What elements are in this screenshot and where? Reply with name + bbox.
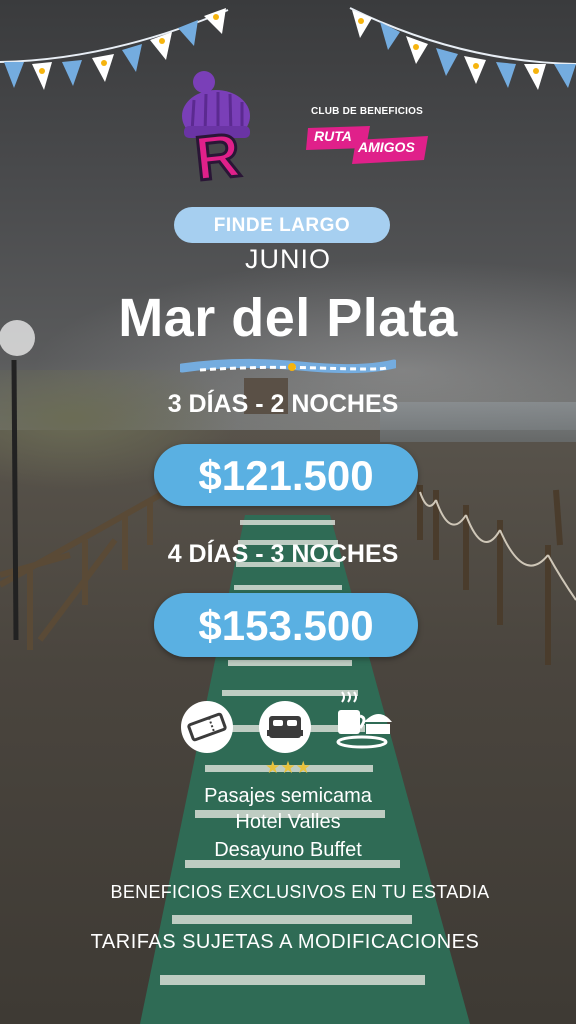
package-2-duration: 4 DÍAS - 3 NOCHES — [167, 540, 399, 568]
include-hotel: Hotel Valles — [235, 811, 341, 833]
package-2-price: $153.500 — [154, 593, 418, 657]
ruta-r-logo: R — [182, 71, 250, 185]
club-word-amigos: AMIGOS — [358, 139, 415, 155]
boardwalk-scene — [0, 320, 576, 1024]
logo-letter: R — [192, 121, 244, 185]
flag-brush-stroke — [180, 358, 396, 374]
hotel-stars: ★★★ — [265, 758, 311, 777]
club-word-ruta: RUTA — [314, 128, 352, 144]
package-1-price: $121.500 — [154, 444, 418, 506]
promo-poster: R CLUB DE BENEFICIOS RUTA AMIGOS FINDE L… — [0, 0, 576, 1024]
include-breakfast: Desayuno Buffet — [214, 839, 362, 861]
benefits-text: BENEFICIOS EXCLUSIVOS EN TU ESTADIA — [110, 882, 490, 902]
finde-largo-tag: FINDE LARGO — [174, 207, 390, 243]
destination-title: Mar del Plata — [118, 288, 458, 348]
club-logo: CLUB DE BENEFICIOS RUTA AMIGOS — [302, 106, 432, 168]
club-label: CLUB DE BENEFICIOS — [311, 106, 423, 117]
bed-icon — [259, 701, 311, 753]
breakfast-icon — [336, 691, 392, 749]
month-label: JUNIO — [245, 244, 331, 274]
package-1-duration: 3 DÍAS - 2 NOCHES — [167, 390, 399, 418]
include-tickets: Pasajes semicama — [204, 785, 372, 807]
argentina-bunting — [0, 7, 576, 90]
ticket-icon — [181, 701, 233, 753]
disclaimer-text: TARIFAS SUJETAS A MODIFICACIONES — [90, 931, 480, 953]
